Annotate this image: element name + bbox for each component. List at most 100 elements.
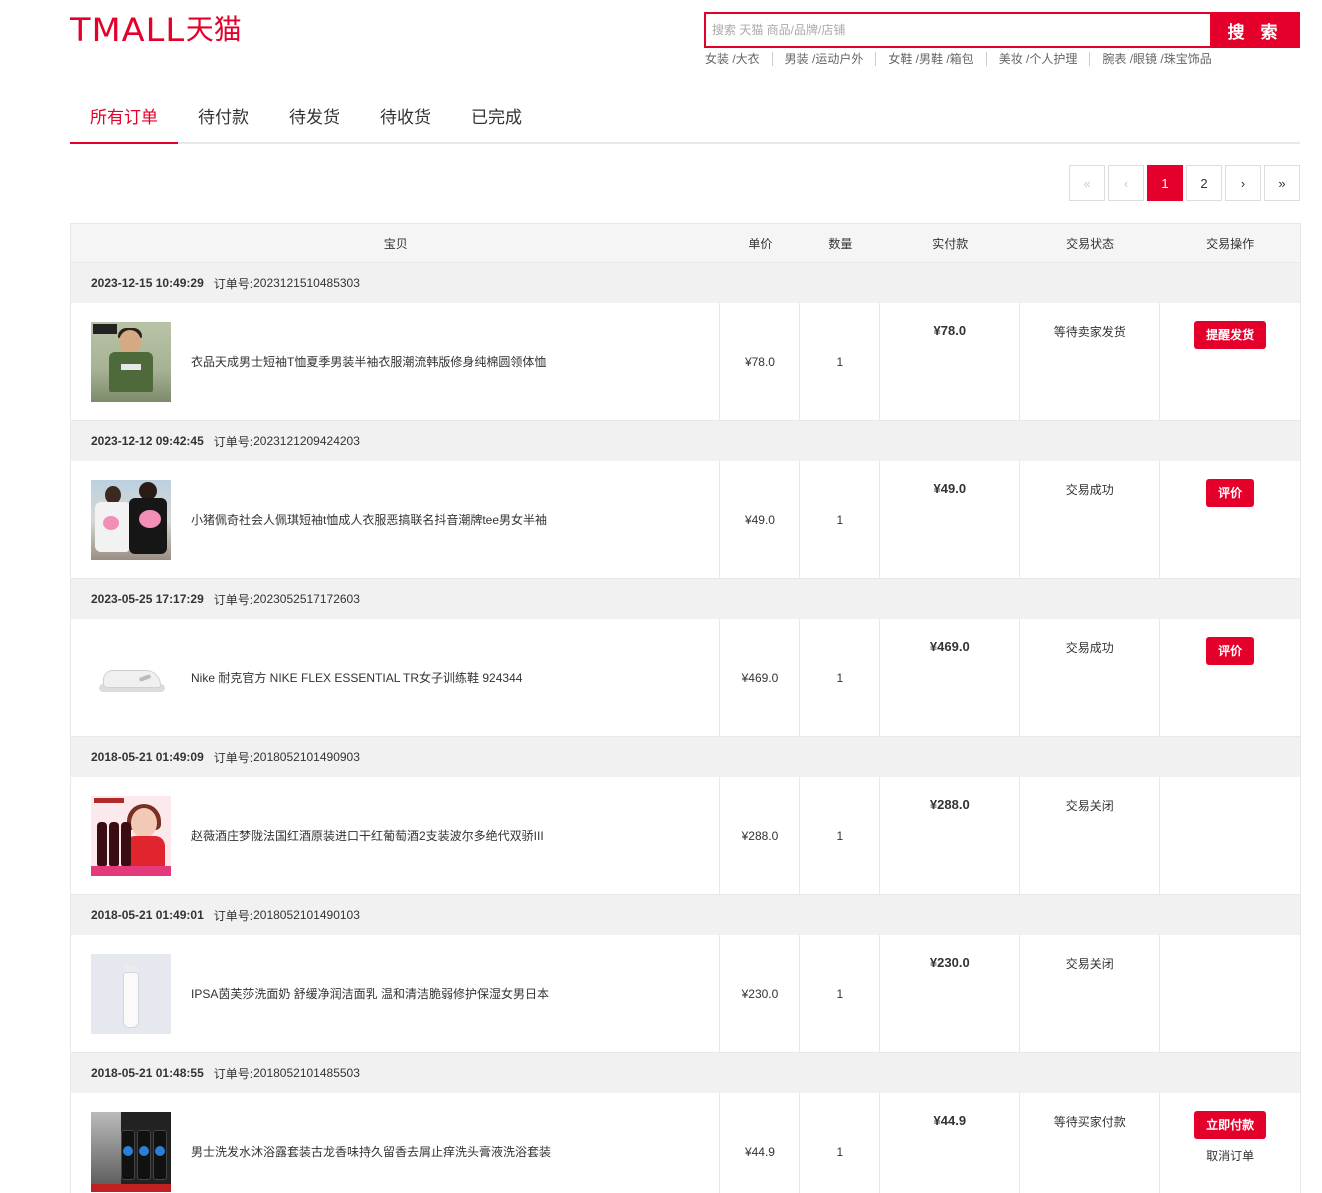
col-status: 交易状态 — [1066, 236, 1115, 251]
order-number: 2018052101490903 — [253, 750, 360, 764]
order-row: 小猪佩奇社会人佩琪短袖t恤成人衣服恶搞联名抖音潮牌tee男女半袖 ¥49.0 1… — [70, 461, 1301, 579]
tab-pending-shipment[interactable]: 待发货 — [269, 96, 360, 142]
remind-shipment-button[interactable]: 提醒发货 — [1194, 321, 1267, 349]
hot-category-links: 女装 /大衣 男装 /运动户外 女鞋 /男鞋 /箱包 美妆 /个人护理 腕表 /… — [705, 52, 1224, 66]
cancel-order-link[interactable]: 取消订单 — [1206, 1147, 1254, 1164]
order-header: 2023-12-12 09:42:45 订单号: 2023121209424203 — [70, 421, 1301, 461]
order-operations: 提醒发货 — [1160, 303, 1300, 420]
order-header: 2023-12-15 10:49:29 订单号: 2023121510485303 — [70, 263, 1301, 303]
order-status: 交易成功 — [1020, 619, 1161, 736]
col-qty: 数量 — [828, 236, 853, 251]
logo-latin-text: TMALL — [70, 11, 186, 49]
orders-table: 宝贝 单价 数量 实付款 交易状态 交易操作 2023-12-15 10:49:… — [70, 223, 1301, 1193]
order-no-label: 订单号: — [213, 592, 254, 607]
order-operations: 评价 — [1160, 461, 1300, 578]
item-price: ¥230.0 — [720, 935, 801, 1052]
order-number: 2018052101490103 — [253, 908, 360, 922]
order-number: 2023052517172603 — [253, 592, 360, 606]
tab-pending-receipt[interactable]: 待收货 — [360, 96, 451, 142]
next-page-button[interactable]: › — [1225, 165, 1261, 201]
item-title-link[interactable]: Nike 耐克官方 NIKE FLEX ESSENTIAL TR女子训练鞋 92… — [191, 669, 522, 686]
tab-completed[interactable]: 已完成 — [451, 96, 542, 142]
item-qty: 1 — [800, 619, 881, 736]
item-title-link[interactable]: 男士洗发水沐浴露套装古龙香味持久留香去屑止痒洗头膏液洗浴套装 — [191, 1143, 551, 1160]
page-1-button[interactable]: 1 — [1147, 165, 1183, 201]
tab-all-orders[interactable]: 所有订单 — [70, 96, 178, 144]
review-button[interactable]: 评价 — [1206, 637, 1255, 665]
order-date: 2023-12-12 09:42:45 — [91, 434, 204, 448]
search-input[interactable] — [704, 12, 1210, 48]
order-item-cell: 男士洗发水沐浴露套装古龙香味持久留香去屑止痒洗头膏液洗浴套装 — [71, 1093, 721, 1193]
order-status: 交易成功 — [1020, 461, 1161, 578]
item-price: ¥288.0 — [720, 777, 801, 894]
item-price: ¥469.0 — [720, 619, 801, 736]
search-bar: 搜 索 — [704, 12, 1300, 48]
order-row: 衣品天成男士短袖T恤夏季男装半袖衣服潮流韩版修身纯棉圆领体恤 ¥78.0 1 ¥… — [70, 303, 1301, 421]
col-operation: 交易操作 — [1206, 236, 1255, 251]
cleanser-tube-image[interactable] — [91, 953, 171, 1034]
order-date: 2018-05-21 01:48:55 — [91, 1066, 204, 1080]
hot-link-women[interactable]: 女装 /大衣 — [705, 52, 772, 66]
order-header: 2018-05-21 01:49:01 订单号: 2018052101490103 — [70, 895, 1301, 935]
item-paid: ¥78.0 — [880, 303, 1021, 420]
shampoo-set-image[interactable] — [91, 1111, 171, 1192]
order-status: 交易关闭 — [1020, 777, 1161, 894]
order-operations: 评价 — [1160, 619, 1300, 736]
last-page-button[interactable]: » — [1264, 165, 1300, 201]
order-no-label: 订单号: — [213, 1066, 254, 1081]
tshirt-model-image[interactable] — [91, 321, 171, 402]
page-2-button[interactable]: 2 — [1186, 165, 1222, 201]
item-title-link[interactable]: 衣品天成男士短袖T恤夏季男装半袖衣服潮流韩版修身纯棉圆领体恤 — [191, 353, 546, 370]
order-row: Nike 耐克官方 NIKE FLEX ESSENTIAL TR女子训练鞋 92… — [70, 619, 1301, 737]
hot-link-beauty[interactable]: 美妆 /个人护理 — [985, 52, 1090, 66]
order-row: IPSA茵芙莎洗面奶 舒缓净润洁面乳 温和清洁脆弱修护保湿女男日本 ¥230.0… — [70, 935, 1301, 1053]
first-page-button[interactable]: « — [1069, 165, 1105, 201]
wine-bottles-image[interactable] — [91, 795, 171, 876]
order-item-cell: 赵薇酒庄梦陇法国红酒原装进口干红葡萄酒2支装波尔多绝代双骄III — [71, 777, 721, 894]
col-paid: 实付款 — [932, 236, 969, 251]
order-tabs: 所有订单 待付款 待发货 待收货 已完成 — [70, 96, 1300, 144]
prev-page-button[interactable]: ‹ — [1108, 165, 1144, 201]
couple-tee-image[interactable] — [91, 479, 171, 560]
item-qty: 1 — [800, 935, 881, 1052]
order-operations — [1160, 777, 1300, 894]
item-qty: 1 — [800, 1093, 881, 1193]
item-paid: ¥49.0 — [880, 461, 1021, 578]
order-status: 等待卖家发货 — [1020, 303, 1161, 420]
item-price: ¥44.9 — [720, 1093, 801, 1193]
hot-link-men[interactable]: 男装 /运动户外 — [771, 52, 876, 66]
pagination: « ‹ 1 2 › » — [1069, 165, 1300, 201]
tab-pending-payment[interactable]: 待付款 — [178, 96, 269, 142]
order-status: 等待买家付款 — [1020, 1093, 1161, 1193]
order-no-label: 订单号: — [213, 434, 254, 449]
order-number: 2023121209424203 — [253, 434, 360, 448]
order-item-cell: IPSA茵芙莎洗面奶 舒缓净润洁面乳 温和清洁脆弱修护保湿女男日本 — [71, 935, 721, 1052]
hot-link-watches[interactable]: 腕表 /眼镜 /珠宝饰品 — [1089, 52, 1223, 66]
item-paid: ¥469.0 — [880, 619, 1021, 736]
order-row: 男士洗发水沐浴露套装古龙香味持久留香去屑止痒洗头膏液洗浴套装 ¥44.9 1 ¥… — [70, 1093, 1301, 1193]
hot-link-shoes-bags[interactable]: 女鞋 /男鞋 /箱包 — [875, 52, 985, 66]
order-no-label: 订单号: — [213, 908, 254, 923]
order-date: 2023-05-25 17:17:29 — [91, 592, 204, 606]
review-button[interactable]: 评价 — [1206, 479, 1255, 507]
order-item-cell: 衣品天成男士短袖T恤夏季男装半袖衣服潮流韩版修身纯棉圆领体恤 — [71, 303, 721, 420]
tmall-logo[interactable]: TMALL 天猫 — [70, 11, 242, 49]
order-no-label: 订单号: — [213, 276, 254, 291]
order-date: 2018-05-21 01:49:09 — [91, 750, 204, 764]
order-operations — [1160, 935, 1300, 1052]
sneaker-image[interactable] — [91, 637, 171, 718]
item-qty: 1 — [800, 461, 881, 578]
table-header: 宝贝 单价 数量 实付款 交易状态 交易操作 — [70, 223, 1301, 263]
item-title-link[interactable]: 赵薇酒庄梦陇法国红酒原装进口干红葡萄酒2支装波尔多绝代双骄III — [191, 827, 544, 844]
item-paid: ¥230.0 — [880, 935, 1021, 1052]
pay-now-button[interactable]: 立即付款 — [1194, 1111, 1267, 1139]
order-number: 2018052101485503 — [253, 1066, 360, 1080]
search-button[interactable]: 搜 索 — [1210, 12, 1300, 48]
order-item-cell: Nike 耐克官方 NIKE FLEX ESSENTIAL TR女子训练鞋 92… — [71, 619, 721, 736]
order-date: 2018-05-21 01:49:01 — [91, 908, 204, 922]
item-title-link[interactable]: IPSA茵芙莎洗面奶 舒缓净润洁面乳 温和清洁脆弱修护保湿女男日本 — [191, 985, 549, 1002]
item-paid: ¥44.9 — [880, 1093, 1021, 1193]
order-item-cell: 小猪佩奇社会人佩琪短袖t恤成人衣服恶搞联名抖音潮牌tee男女半袖 — [71, 461, 721, 578]
item-price: ¥49.0 — [720, 461, 801, 578]
item-title-link[interactable]: 小猪佩奇社会人佩琪短袖t恤成人衣服恶搞联名抖音潮牌tee男女半袖 — [191, 511, 547, 528]
